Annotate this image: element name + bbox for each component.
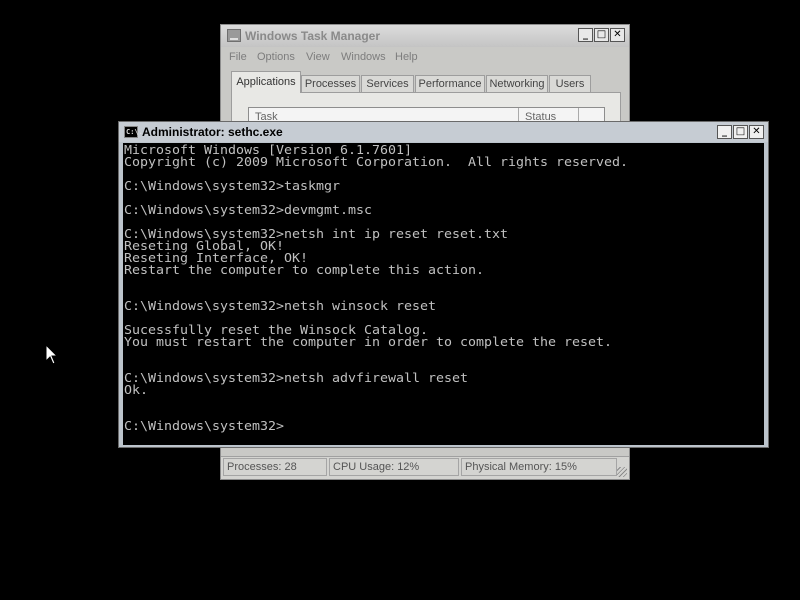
cmd-window[interactable]: C:\. Administrator: sethc.exe _ □ ✕ Micr… [118,121,769,448]
console-line: C:\Windows\system32>netsh advfirewall re… [124,370,468,385]
console-line: C:\Windows\system32>devmgmt.msc [124,202,372,217]
tab-networking[interactable]: Networking [486,75,548,92]
cmd-minimize-button[interactable]: _ [717,125,732,139]
task-manager-menubar: File Options View Windows Help [221,47,629,67]
taskmgr-app-icon [227,29,241,42]
cmd-maximize-button[interactable]: □ [733,125,748,139]
tab-services[interactable]: Services [361,75,414,92]
maximize-button[interactable]: □ [594,28,609,42]
menu-options[interactable]: Options [257,47,295,67]
resize-grip-icon[interactable] [617,467,627,477]
status-cpu-usage: CPU Usage: 12% [329,458,459,476]
menu-view[interactable]: View [306,47,330,67]
console-line: C:\Windows\system32>netsh winsock reset [124,298,436,313]
tab-performance[interactable]: Performance [415,75,485,92]
console-line: You must restart the computer in order t… [124,334,612,349]
tab-applications[interactable]: Applications [231,71,301,93]
task-manager-tabs: Applications Processes Services Performa… [229,71,621,93]
menu-windows[interactable]: Windows [341,47,386,67]
cmd-titlebar[interactable]: C:\. Administrator: sethc.exe _ □ ✕ [119,122,768,142]
task-manager-statusbar: Processes: 28 CPU Usage: 12% Physical Me… [221,456,629,479]
mouse-pointer-icon [45,344,59,365]
status-physical-memory: Physical Memory: 15% [461,458,617,476]
console-line: C:\Windows\system32>taskmgr [124,178,340,193]
console-line: Copyright (c) 2009 Microsoft Corporation… [124,154,628,169]
cmd-title: Administrator: sethc.exe [142,125,283,139]
cmd-close-button[interactable]: ✕ [749,125,764,139]
task-manager-title: Windows Task Manager [245,29,381,43]
close-button[interactable]: ✕ [610,28,625,42]
console-line: Ok. [124,382,148,397]
tab-users[interactable]: Users [549,75,591,92]
menu-help[interactable]: Help [395,47,418,67]
console-line: Restart the computer to complete this ac… [124,262,485,277]
task-manager-titlebar[interactable]: Windows Task Manager _ □ ✕ [221,25,629,47]
tab-processes[interactable]: Processes [301,75,360,92]
cmd-app-icon: C:\. [124,126,143,138]
minimize-button[interactable]: _ [578,28,593,42]
status-processes: Processes: 28 [223,458,327,476]
console-output[interactable]: Microsoft Windows [Version 6.1.7601] Copy… [123,143,764,445]
menu-file[interactable]: File [229,47,247,67]
console-line: C:\Windows\system32> [124,418,284,433]
